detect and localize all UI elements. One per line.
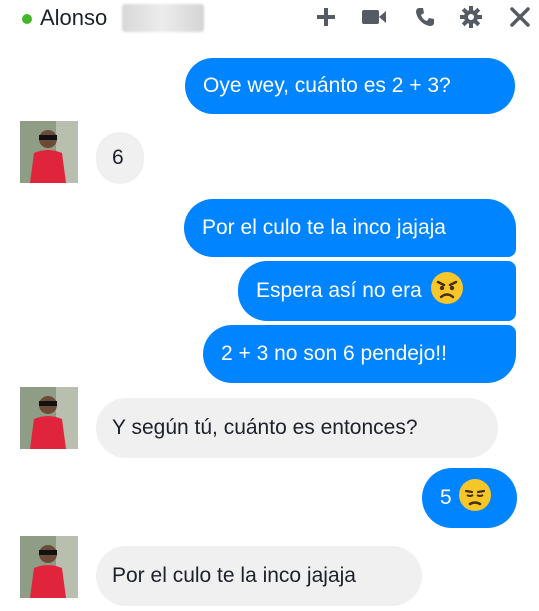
incoming-message[interactable]: 6 — [96, 132, 144, 184]
close-icon[interactable] — [506, 4, 534, 30]
incoming-message[interactable]: Y según tú, cuánto es entonces? — [96, 398, 498, 458]
unamused-face-icon — [458, 478, 492, 519]
outgoing-message[interactable]: 2 + 3 no son 6 pendejo!! — [203, 325, 516, 383]
message-thread[interactable]: Oye wey, cuánto es 2 + 3? 6 Por el culo … — [0, 36, 539, 611]
message-text: Por el culo te la inco jajaja — [202, 216, 446, 239]
message-text: 2 + 3 no son 6 pendejo!! — [221, 342, 447, 365]
outgoing-message[interactable]: Por el culo te la inco jajaja — [184, 199, 516, 257]
redacted-surname — [122, 4, 204, 32]
message-text: 5 — [440, 486, 452, 509]
avatar[interactable] — [20, 536, 78, 598]
outgoing-message[interactable]: Oye wey, cuánto es 2 + 3? — [185, 58, 515, 114]
message-text: 6 — [112, 146, 124, 169]
message-text: Espera así no era — [256, 279, 422, 302]
online-status-icon — [22, 14, 32, 24]
outgoing-message[interactable]: 5 — [422, 468, 517, 528]
plus-icon[interactable] — [312, 4, 340, 30]
angry-face-icon — [430, 271, 464, 312]
incoming-message[interactable]: Por el culo te la inco jajaja — [96, 546, 422, 606]
message-text: Oye wey, cuánto es 2 + 3? — [203, 74, 451, 97]
chat-header: Alonso — [0, 0, 539, 36]
contact-name[interactable]: Alonso — [40, 5, 107, 31]
message-text: Por el culo te la inco jajaja — [112, 564, 356, 587]
video-camera-icon[interactable] — [360, 4, 388, 30]
phone-icon[interactable] — [411, 4, 439, 30]
gear-icon[interactable] — [457, 4, 485, 30]
avatar[interactable] — [20, 121, 78, 183]
avatar[interactable] — [20, 387, 78, 449]
message-text: Y según tú, cuánto es entonces? — [112, 416, 418, 439]
outgoing-message[interactable]: Espera así no era — [238, 261, 516, 321]
